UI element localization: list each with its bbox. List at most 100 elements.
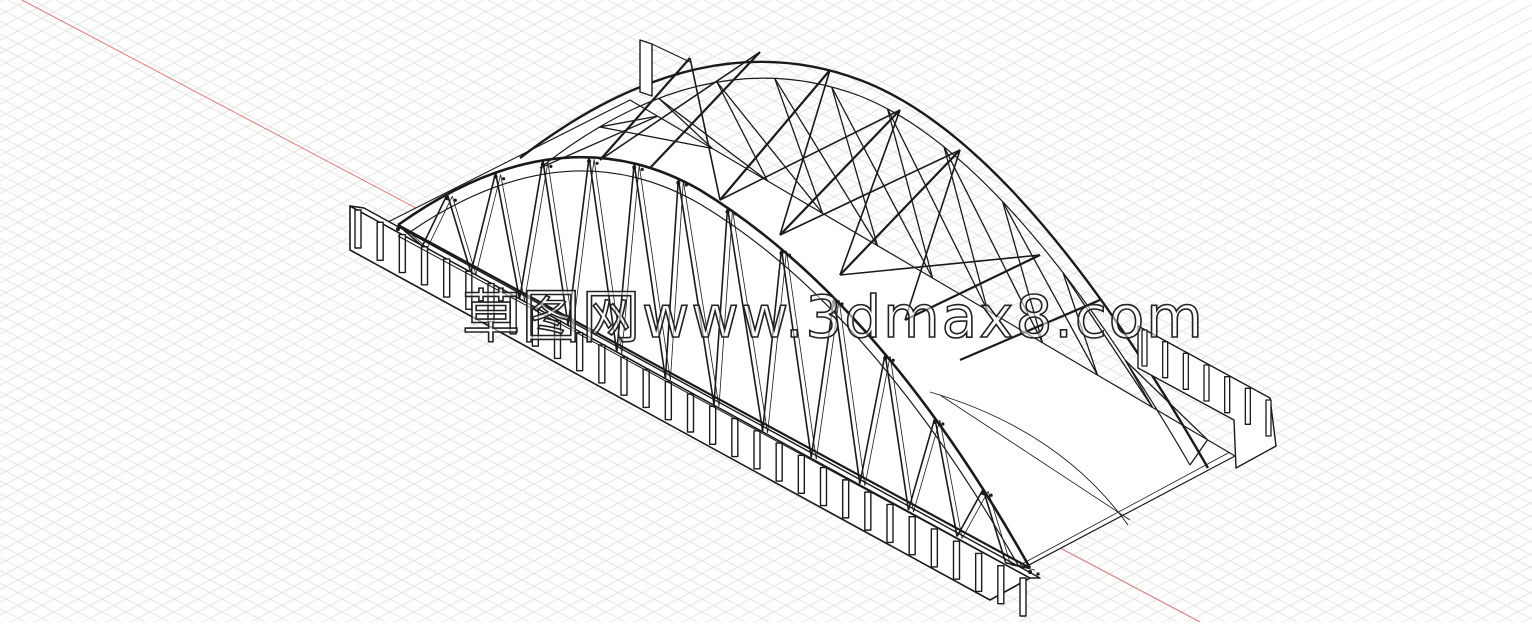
rail-post <box>1019 577 1027 617</box>
cross-beam <box>839 149 961 276</box>
grid-line <box>0 0 485 258</box>
rail-post <box>442 258 451 298</box>
grid-line <box>0 454 314 623</box>
grid-line <box>0 0 5 3</box>
grid-line <box>0 0 341 182</box>
rail-post <box>1244 387 1251 425</box>
bolt <box>493 174 498 179</box>
viewport-canvas <box>0 0 1532 623</box>
bolt <box>684 183 688 187</box>
rail-post <box>664 381 673 421</box>
rail-post <box>841 479 850 519</box>
grid-line <box>1498 603 1532 623</box>
bolt <box>549 164 553 168</box>
grid-line <box>0 403 410 623</box>
bolt <box>404 229 408 233</box>
grid-line <box>0 0 149 80</box>
grid-line <box>1087 0 1532 237</box>
bolt <box>453 198 457 202</box>
bolt <box>941 422 945 426</box>
bolt <box>989 493 993 497</box>
bolt <box>632 165 637 170</box>
rail-post <box>354 209 362 249</box>
bolt <box>787 253 792 257</box>
rail-post <box>753 430 761 470</box>
bolt <box>640 167 644 172</box>
rail-post <box>997 565 1005 605</box>
rail-post <box>398 233 407 274</box>
rail-post <box>952 540 961 580</box>
truss-diagonal <box>886 108 934 279</box>
rail-post <box>686 393 695 433</box>
grid-line <box>1063 0 1532 250</box>
grid-line <box>0 0 413 220</box>
cross-beam <box>779 109 901 236</box>
rail-post <box>1224 376 1231 414</box>
bolt <box>445 196 450 201</box>
grid-line <box>1402 552 1532 623</box>
bolt <box>733 212 738 216</box>
rail-post <box>908 515 916 556</box>
rail-post <box>420 246 429 286</box>
grid-line <box>0 0 173 92</box>
rail-post <box>620 356 628 396</box>
grid-line <box>0 531 170 623</box>
grid-line <box>0 582 74 623</box>
bolt <box>981 491 986 496</box>
bolt <box>840 302 844 306</box>
bolt <box>595 161 599 165</box>
bolt <box>883 356 888 361</box>
rail-post <box>974 552 983 593</box>
grid-line <box>0 493 242 623</box>
rail-post <box>642 368 650 409</box>
rail-post <box>797 454 806 495</box>
rail-post <box>930 528 939 568</box>
rail-post <box>1162 341 1169 379</box>
grid-line <box>0 0 29 16</box>
rail-post <box>553 319 562 360</box>
grid-line <box>1066 374 1532 623</box>
grid-line <box>1450 578 1532 623</box>
grid-line <box>1231 0 1532 160</box>
rail-post <box>1265 399 1272 437</box>
rail-post <box>731 417 739 458</box>
bolt <box>1036 572 1040 576</box>
grid-line <box>1183 0 1532 186</box>
grid-line <box>1114 399 1532 623</box>
rail-post <box>376 221 384 261</box>
rail-post <box>1203 364 1210 402</box>
rail-post <box>708 405 717 445</box>
rail-post <box>864 491 872 531</box>
grid-line <box>0 608 26 623</box>
bolt <box>725 209 730 214</box>
grid-line <box>0 0 317 169</box>
cad-viewport[interactable]: 草图网www.3dmax8.com <box>0 0 1532 623</box>
rail-post <box>575 331 584 372</box>
bolt <box>502 177 506 181</box>
rail-post <box>819 466 828 507</box>
bolt <box>1028 570 1032 574</box>
bolt <box>932 420 937 425</box>
rail-post <box>531 307 540 347</box>
bolt <box>832 299 837 304</box>
grid-line <box>0 0 365 195</box>
bolt <box>396 227 400 231</box>
grid-line <box>0 352 506 623</box>
rail-post <box>1141 329 1148 367</box>
truss-diagonal <box>943 146 989 311</box>
bolt <box>676 180 681 185</box>
bridge-model[interactable] <box>349 39 1277 617</box>
rail-post <box>487 282 495 323</box>
grid-line <box>0 0 197 105</box>
rail-post <box>509 295 517 335</box>
truss-diagonal <box>831 86 879 246</box>
bolt <box>891 358 895 362</box>
grid-line <box>0 442 338 623</box>
rail-post <box>775 442 783 482</box>
grid-line <box>1258 476 1532 623</box>
grid-line <box>0 365 482 623</box>
bolt <box>779 251 784 256</box>
grid-line <box>0 569 98 623</box>
grid-line <box>0 620 2 623</box>
grid-line <box>0 0 509 271</box>
